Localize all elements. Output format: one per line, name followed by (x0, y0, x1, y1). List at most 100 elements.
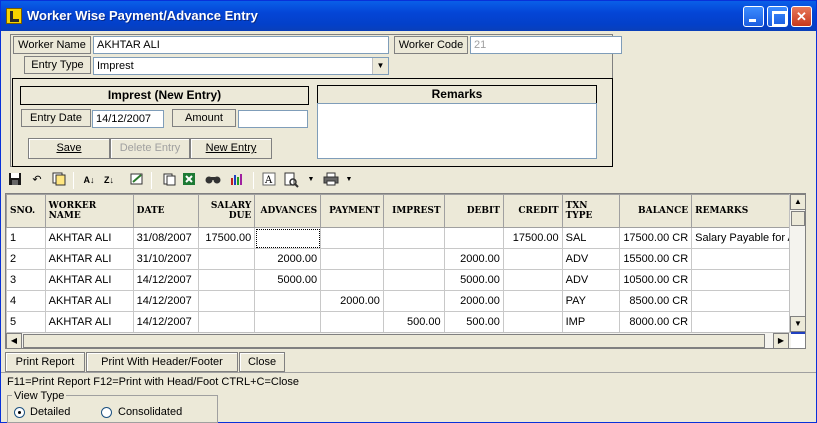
sort-desc-icon[interactable]: Z↓ (101, 172, 117, 188)
table-cell[interactable] (443, 227, 504, 249)
table-cell[interactable]: Salary Payable for Au (691, 227, 805, 249)
table-cell[interactable]: 2000.00 (443, 290, 504, 312)
table-cell[interactable]: IMP (561, 311, 621, 334)
table-cell[interactable]: 2000.00 (443, 248, 504, 270)
table-cell[interactable]: 3 (6, 269, 46, 291)
delete-entry-button[interactable]: Delete Entry (110, 138, 190, 159)
table-cell[interactable]: 8500.00 CR (619, 290, 693, 312)
table-cell[interactable]: 1 (6, 227, 46, 249)
copy-icon[interactable] (51, 172, 67, 188)
table-cell[interactable]: 10500.00 CR (619, 269, 693, 291)
table-cell[interactable]: 17500.00 (198, 227, 256, 249)
title-bar[interactable]: Worker Wise Payment/Advance Entry ✕ (1, 1, 816, 31)
print-report-button[interactable]: Print Report (5, 352, 85, 372)
table-cell[interactable] (382, 269, 445, 291)
table-cell[interactable] (254, 227, 322, 249)
find-icon[interactable] (205, 172, 221, 188)
scroll-thumb[interactable] (23, 334, 765, 348)
scroll-down-icon[interactable]: ▼ (790, 316, 805, 332)
table-cell[interactable] (691, 269, 805, 291)
table-cell[interactable]: 2000.00 (254, 248, 322, 270)
table-cell[interactable]: 14/12/2007 (132, 311, 200, 334)
table-cell[interactable] (691, 248, 805, 270)
column-header[interactable]: CREDIT (502, 194, 563, 228)
table-row[interactable]: 4 AKHTAR ALI 14/12/2007 2000.00 2000.00 PAY 85… (6, 290, 805, 312)
scroll-right-icon[interactable]: ▶ (773, 333, 789, 348)
table-cell[interactable] (320, 311, 384, 334)
table-cell[interactable] (320, 248, 384, 270)
table-cell[interactable] (254, 290, 322, 312)
table-cell[interactable]: 31/08/2007 (132, 227, 200, 249)
horizontal-scrollbar[interactable]: ◀ ▶ (6, 332, 791, 348)
table-cell[interactable] (382, 290, 445, 312)
table-cell[interactable] (382, 248, 445, 270)
chevron-down-icon[interactable]: ▼ (303, 172, 319, 188)
table-cell[interactable]: 17500.00 CR (619, 227, 693, 249)
remarks-textarea[interactable] (317, 103, 597, 159)
table-cell[interactable] (502, 269, 563, 291)
table-cell[interactable]: 17500.00 (502, 227, 563, 249)
print-preview-icon[interactable] (283, 172, 299, 188)
close-window-button[interactable]: ✕ (791, 6, 812, 27)
data-grid[interactable]: SNO. WORKER NAME DATE SALARY DUE ADVANCE… (5, 193, 806, 349)
column-header[interactable]: SNO. (6, 194, 46, 228)
column-header[interactable]: PAYMENT (320, 194, 384, 228)
table-row[interactable]: 2 AKHTAR ALI 31/10/2007 2000.00 2000.00 ADV 15… (6, 248, 805, 270)
table-cell[interactable]: 5000.00 (254, 269, 322, 291)
font-icon[interactable]: A (261, 172, 277, 188)
sort-asc-icon[interactable]: A↓ (81, 172, 97, 188)
table-cell[interactable]: PAY (561, 290, 621, 312)
table-row[interactable]: 1 AKHTAR ALI 31/08/2007 17500.00 17500.00 SAL… (6, 227, 805, 249)
column-header[interactable]: TXN TYPE (561, 194, 621, 228)
column-header[interactable]: IMPREST (382, 194, 445, 228)
table-cell[interactable] (320, 227, 384, 249)
table-cell[interactable]: AKHTAR ALI (44, 248, 134, 270)
column-header[interactable]: SALARY DUE (198, 194, 256, 228)
column-header[interactable]: BALANCE (619, 194, 693, 228)
chevron-down-icon[interactable]: ▼ (341, 172, 357, 188)
table-cell[interactable] (502, 311, 563, 334)
table-cell[interactable] (502, 248, 563, 270)
consolidated-label[interactable]: Consolidated (118, 406, 182, 418)
table-cell[interactable] (320, 269, 384, 291)
table-cell[interactable]: 500.00 (382, 311, 445, 334)
scroll-up-icon[interactable]: ▲ (790, 194, 805, 210)
table-cell[interactable] (382, 227, 445, 249)
table-cell[interactable] (198, 311, 256, 334)
table-cell[interactable]: 5000.00 (443, 269, 504, 291)
close-button[interactable]: Close (239, 352, 285, 372)
table-cell[interactable] (691, 311, 805, 334)
detailed-label[interactable]: Detailed (30, 406, 70, 418)
table-cell[interactable]: ADV (561, 248, 621, 270)
table-cell[interactable]: 2000.00 (320, 290, 384, 312)
worker-code-field[interactable]: 21 (470, 36, 622, 54)
column-header[interactable]: REMARKS (691, 194, 805, 228)
column-header[interactable]: DEBIT (443, 194, 504, 228)
table-row[interactable]: 5 AKHTAR ALI 14/12/2007 500.00 500.00 IMP 8000… (6, 311, 805, 334)
table-cell[interactable]: AKHTAR ALI (44, 227, 134, 249)
undo-icon[interactable]: ↶ (29, 172, 45, 188)
column-header[interactable]: ADVANCES (254, 194, 322, 228)
table-cell[interactable]: 15500.00 CR (619, 248, 693, 270)
table-cell[interactable]: AKHTAR ALI (44, 311, 134, 334)
worker-name-field[interactable]: AKHTAR ALI (93, 36, 389, 54)
scroll-thumb[interactable] (791, 211, 805, 226)
maximize-button[interactable] (767, 6, 788, 27)
table-cell[interactable]: 500.00 (443, 311, 504, 334)
save-icon[interactable] (7, 172, 23, 188)
table-cell[interactable] (254, 311, 322, 334)
table-cell[interactable]: AKHTAR ALI (44, 269, 134, 291)
table-cell[interactable]: 31/10/2007 (132, 248, 200, 270)
excel-icon[interactable] (181, 172, 197, 188)
table-cell[interactable]: 14/12/2007 (132, 269, 200, 291)
table-cell[interactable] (198, 248, 256, 270)
table-cell[interactable]: ADV (561, 269, 621, 291)
column-header[interactable]: WORKER NAME (44, 194, 134, 228)
print-header-footer-button[interactable]: Print With Header/Footer (86, 352, 238, 372)
vertical-scrollbar[interactable]: ▲ ▼ (789, 194, 805, 332)
table-cell[interactable] (198, 290, 256, 312)
table-cell[interactable]: 4 (6, 290, 46, 312)
detailed-radio[interactable] (14, 407, 25, 418)
minimize-button[interactable] (743, 6, 764, 27)
entry-date-field[interactable]: 14/12/2007 (92, 110, 164, 128)
